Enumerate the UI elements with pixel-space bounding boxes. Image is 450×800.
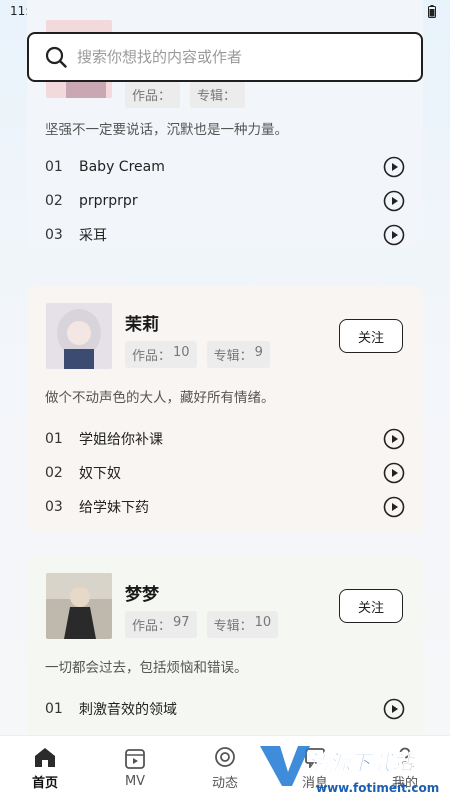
follow-button[interactable]: 关注 <box>339 589 403 623</box>
albums-count: 专辑： 9 <box>206 341 270 368</box>
track-item[interactable]: 01 Baby Cream <box>45 150 405 184</box>
track-title: 刺激音效的领域 <box>79 702 177 718</box>
track-number: 03 <box>45 227 63 243</box>
play-icon[interactable] <box>383 224 405 246</box>
avatar-image <box>46 573 112 639</box>
author-name[interactable]: 茉莉 <box>125 310 159 335</box>
track-item[interactable]: 03 给学妹下药 <box>45 490 405 524</box>
track-title: prprprpr <box>79 193 138 209</box>
tab-mv[interactable]: MV <box>95 748 175 789</box>
target-icon <box>215 746 235 767</box>
video-icon <box>125 748 145 769</box>
search-input[interactable] <box>77 48 377 66</box>
search-icon <box>45 46 67 68</box>
track-number: 02 <box>45 193 63 209</box>
tab-messages[interactable]: 消息 <box>275 746 355 791</box>
play-icon[interactable] <box>383 698 405 720</box>
tab-label: 首页 <box>31 775 58 791</box>
search-bar[interactable] <box>27 32 423 82</box>
track-item[interactable]: 01 刺激音效的领域 <box>45 692 405 726</box>
author-stats: 作品： 10 专辑： 9 <box>125 341 270 368</box>
play-icon[interactable] <box>383 428 405 450</box>
track-number: 02 <box>45 465 63 481</box>
play-icon[interactable] <box>383 462 405 484</box>
play-icon[interactable] <box>383 156 405 178</box>
track-title: 学姐给你补课 <box>79 432 163 448</box>
play-icon[interactable] <box>383 190 405 212</box>
track-number: 01 <box>45 701 63 717</box>
author-feed[interactable]: 作品： 专辑： 坚强不一定要说话，沉默也是一种力量。 01 Baby Cream… <box>0 0 450 735</box>
author-card: 茉莉 作品： 10 专辑： 9 关注 做个不动声色的大人，藏好所有情绪。 01 学姐… <box>27 286 423 534</box>
author-name[interactable]: 梦梦 <box>125 580 159 605</box>
albums-count: 专辑： <box>190 81 246 108</box>
track-title: 给学妹下药 <box>79 500 149 516</box>
tab-label: 我的 <box>391 775 418 791</box>
albums-count: 专辑： 10 <box>206 611 279 638</box>
tab-profile[interactable]: 我的 <box>365 746 445 791</box>
track-item[interactable]: 02 prprprpr <box>45 184 405 218</box>
avatar-image <box>46 303 112 369</box>
track-title: Baby Cream <box>79 159 165 175</box>
profile-icon <box>396 747 414 768</box>
author-card: 梦梦 作品： 97 专辑： 10 关注 一切都会过去，包括烦恼和错误。 01 刺激音… <box>27 556 423 735</box>
track-list: 01 Baby Cream 02 prprprpr 03 采耳 <box>45 150 405 252</box>
tab-label: 消息 <box>301 775 328 791</box>
message-icon <box>305 747 325 768</box>
home-icon <box>35 747 55 767</box>
author-avatar[interactable] <box>46 303 112 369</box>
tab-label: MV <box>124 773 146 789</box>
works-count: 作品： 10 <box>125 341 197 368</box>
track-item[interactable]: 02 奴下奴 <box>45 456 405 490</box>
track-number: 01 <box>45 431 63 447</box>
track-item[interactable]: 01 学姐给你补课 <box>45 422 405 456</box>
track-number: 01 <box>45 159 63 175</box>
author-avatar[interactable] <box>46 573 112 639</box>
tab-activity[interactable]: 动态 <box>185 746 265 791</box>
bottom-tab-bar: 首页 MV 动态 消息 我的 <box>0 735 450 800</box>
track-list: 01 学姐给你补课 02 奴下奴 03 给学妹下药 <box>45 422 405 524</box>
works-count: 作品： 97 <box>125 611 197 638</box>
follow-button[interactable]: 关注 <box>339 319 403 353</box>
tab-label: 动态 <box>211 775 238 791</box>
track-title: 奴下奴 <box>79 466 121 482</box>
author-stats: 作品： 专辑： <box>125 81 246 108</box>
author-bio: 坚强不一定要说话，沉默也是一种力量。 <box>45 122 288 138</box>
track-item[interactable]: 03 采耳 <box>45 218 405 252</box>
play-icon[interactable] <box>383 496 405 518</box>
author-bio: 一切都会过去，包括烦恼和错误。 <box>45 660 248 676</box>
track-number: 03 <box>45 499 63 515</box>
author-stats: 作品： 97 专辑： 10 <box>125 611 279 638</box>
track-title: 采耳 <box>79 228 107 244</box>
tab-home[interactable]: 首页 <box>5 746 85 791</box>
works-count: 作品： <box>125 81 181 108</box>
author-bio: 做个不动声色的大人，藏好所有情绪。 <box>45 390 275 406</box>
author-card-header: 梦梦 作品： 97 专辑： 10 关注 <box>45 556 405 640</box>
author-card-header: 茉莉 作品： 10 专辑： 9 关注 <box>45 286 405 370</box>
track-list: 01 刺激音效的领域 <box>45 692 405 726</box>
